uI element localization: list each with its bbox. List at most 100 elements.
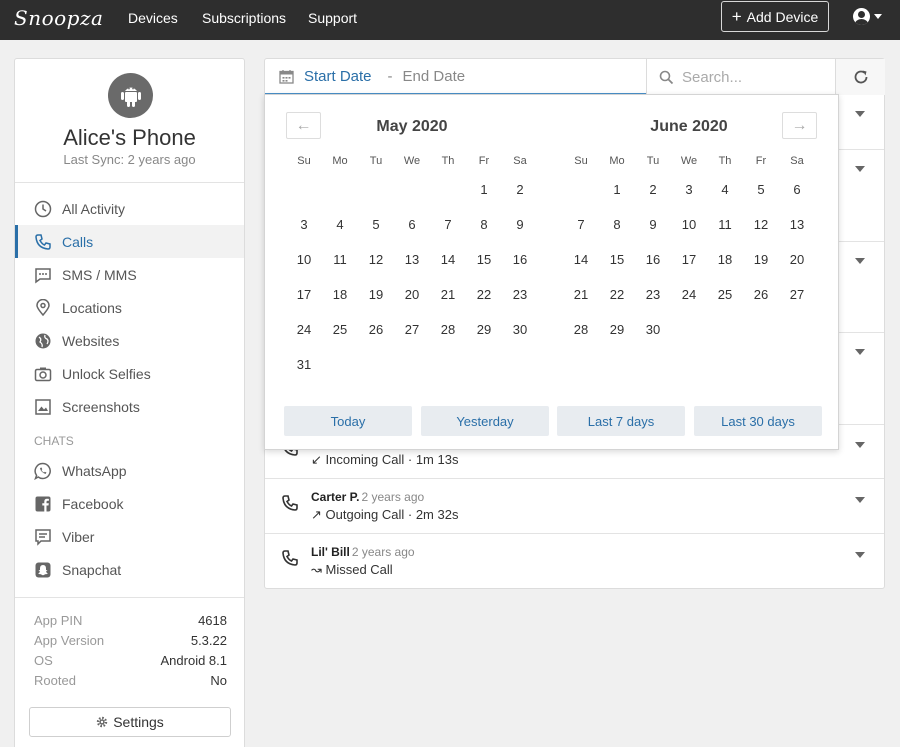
start-date-field[interactable]: Start Date [304, 68, 372, 85]
expand-caret-icon[interactable] [855, 166, 865, 172]
date-range-input[interactable]: Start Date - End Date [265, 59, 646, 95]
calendar-day[interactable]: 31 [286, 357, 322, 372]
preset-last-30-days-button[interactable]: Last 30 days [694, 406, 822, 436]
calendar-day[interactable]: 20 [394, 287, 430, 302]
account-menu[interactable] [853, 8, 882, 25]
calendar-day[interactable]: 5 [743, 182, 779, 197]
calendar-day[interactable]: 8 [466, 217, 502, 232]
calendar-day[interactable]: 10 [671, 217, 707, 232]
call-row[interactable]: Carter P. 2 years ago ↗ Outgoing Call · 2… [265, 479, 884, 533]
calendar-day[interactable]: 29 [599, 322, 635, 337]
device-name: Alice's Phone [63, 125, 196, 150]
calendar-day[interactable]: 19 [743, 252, 779, 267]
calendar-day[interactable]: 4 [322, 217, 358, 232]
call-row[interactable]: Lil' Bill 2 years ago ↝ Missed Call [265, 534, 884, 588]
calendar-day[interactable]: 11 [322, 252, 358, 267]
calendar-day[interactable]: 1 [599, 182, 635, 197]
calendar-day[interactable]: 6 [394, 217, 430, 232]
settings-button[interactable]: Settings [29, 707, 231, 737]
sidebar-item-snapchat[interactable]: Snapchat [15, 553, 244, 586]
refresh-button[interactable] [835, 59, 885, 95]
calendar-day[interactable]: 28 [563, 322, 599, 337]
calendar-day[interactable]: 13 [779, 217, 815, 232]
sidebar-item-unlock-selfies[interactable]: Unlock Selfies [15, 357, 244, 390]
calendar-day[interactable]: 29 [466, 322, 502, 337]
sidebar-item-locations[interactable]: Locations [15, 291, 244, 324]
expand-caret-icon[interactable] [855, 111, 865, 117]
search-input[interactable] [682, 68, 822, 86]
nav-devices-link[interactable]: Devices [128, 10, 178, 26]
expand-caret-icon[interactable] [855, 442, 865, 448]
calendar-day[interactable]: 26 [358, 322, 394, 337]
sidebar-item-screenshots[interactable]: Screenshots [15, 390, 244, 423]
sidebar-item-calls[interactable]: Calls [15, 225, 244, 258]
calendar-day[interactable]: 30 [502, 322, 538, 337]
calendar-day[interactable]: 9 [635, 217, 671, 232]
calendar-day[interactable]: 17 [671, 252, 707, 267]
calendar-day[interactable]: 30 [635, 322, 671, 337]
add-device-button[interactable]: + Add Device [721, 1, 829, 32]
sidebar-item-whatsapp[interactable]: WhatsApp [15, 454, 244, 487]
calendar-day[interactable]: 2 [635, 182, 671, 197]
calendar-day[interactable]: 7 [563, 217, 599, 232]
calendar-day[interactable]: 12 [743, 217, 779, 232]
calendar-day[interactable]: 14 [563, 252, 599, 267]
calendar-day[interactable]: 28 [430, 322, 466, 337]
calendar-day[interactable]: 16 [635, 252, 671, 267]
calendar-day[interactable]: 9 [502, 217, 538, 232]
calendar-day[interactable]: 21 [430, 287, 466, 302]
calendar-day[interactable]: 5 [358, 217, 394, 232]
calendar-day[interactable]: 14 [430, 252, 466, 267]
calendar-day[interactable]: 11 [707, 217, 743, 232]
calendar-day[interactable]: 17 [286, 287, 322, 302]
calendar-day[interactable]: 23 [502, 287, 538, 302]
calendar-day[interactable]: 26 [743, 287, 779, 302]
calendar-day[interactable]: 23 [635, 287, 671, 302]
calendar-day[interactable]: 15 [466, 252, 502, 267]
sidebar-item-sms[interactable]: SMS / MMS [15, 258, 244, 291]
calendar-day[interactable]: 25 [707, 287, 743, 302]
nav-support-link[interactable]: Support [308, 10, 357, 26]
calendar-day[interactable]: 2 [502, 182, 538, 197]
calendar-day[interactable]: 22 [599, 287, 635, 302]
expand-caret-icon[interactable] [855, 552, 865, 558]
sidebar-item-label: Calls [62, 233, 94, 250]
sidebar-item-facebook[interactable]: Facebook [15, 487, 244, 520]
calendar-day[interactable]: 27 [779, 287, 815, 302]
calendar-day[interactable]: 8 [599, 217, 635, 232]
calendar-day[interactable]: 15 [599, 252, 635, 267]
sidebar-item-all-activity[interactable]: All Activity [15, 192, 244, 225]
sidebar-item-websites[interactable]: Websites [15, 324, 244, 357]
calendar-day[interactable]: 3 [286, 217, 322, 232]
calendar-day[interactable]: 16 [502, 252, 538, 267]
calendar-day[interactable]: 25 [322, 322, 358, 337]
facebook-icon [34, 495, 52, 513]
calendar-day[interactable]: 27 [394, 322, 430, 337]
calendar-day[interactable]: 19 [358, 287, 394, 302]
calendar-day[interactable]: 12 [358, 252, 394, 267]
calendar-day[interactable]: 20 [779, 252, 815, 267]
calendar-day[interactable]: 18 [322, 287, 358, 302]
expand-caret-icon[interactable] [855, 349, 865, 355]
calendar-day[interactable]: 13 [394, 252, 430, 267]
calendar-day[interactable]: 10 [286, 252, 322, 267]
calendar-day[interactable]: 7 [430, 217, 466, 232]
preset-yesterday-button[interactable]: Yesterday [421, 406, 549, 436]
calendar-day[interactable]: 21 [563, 287, 599, 302]
snoopza-logo[interactable]: Snoopza [14, 6, 103, 30]
calendar-day[interactable]: 24 [671, 287, 707, 302]
preset-last-7-days-button[interactable]: Last 7 days [557, 406, 685, 436]
calendar-day[interactable]: 18 [707, 252, 743, 267]
preset-today-button[interactable]: Today [284, 406, 412, 436]
calendar-day[interactable]: 22 [466, 287, 502, 302]
expand-caret-icon[interactable] [855, 258, 865, 264]
calendar-day[interactable]: 4 [707, 182, 743, 197]
expand-caret-icon[interactable] [855, 497, 865, 503]
end-date-field[interactable]: End Date [403, 68, 466, 85]
calendar-day[interactable]: 3 [671, 182, 707, 197]
calendar-day[interactable]: 6 [779, 182, 815, 197]
calendar-day[interactable]: 1 [466, 182, 502, 197]
nav-subscriptions-link[interactable]: Subscriptions [202, 10, 286, 26]
sidebar-item-viber[interactable]: Viber [15, 520, 244, 553]
calendar-day[interactable]: 24 [286, 322, 322, 337]
